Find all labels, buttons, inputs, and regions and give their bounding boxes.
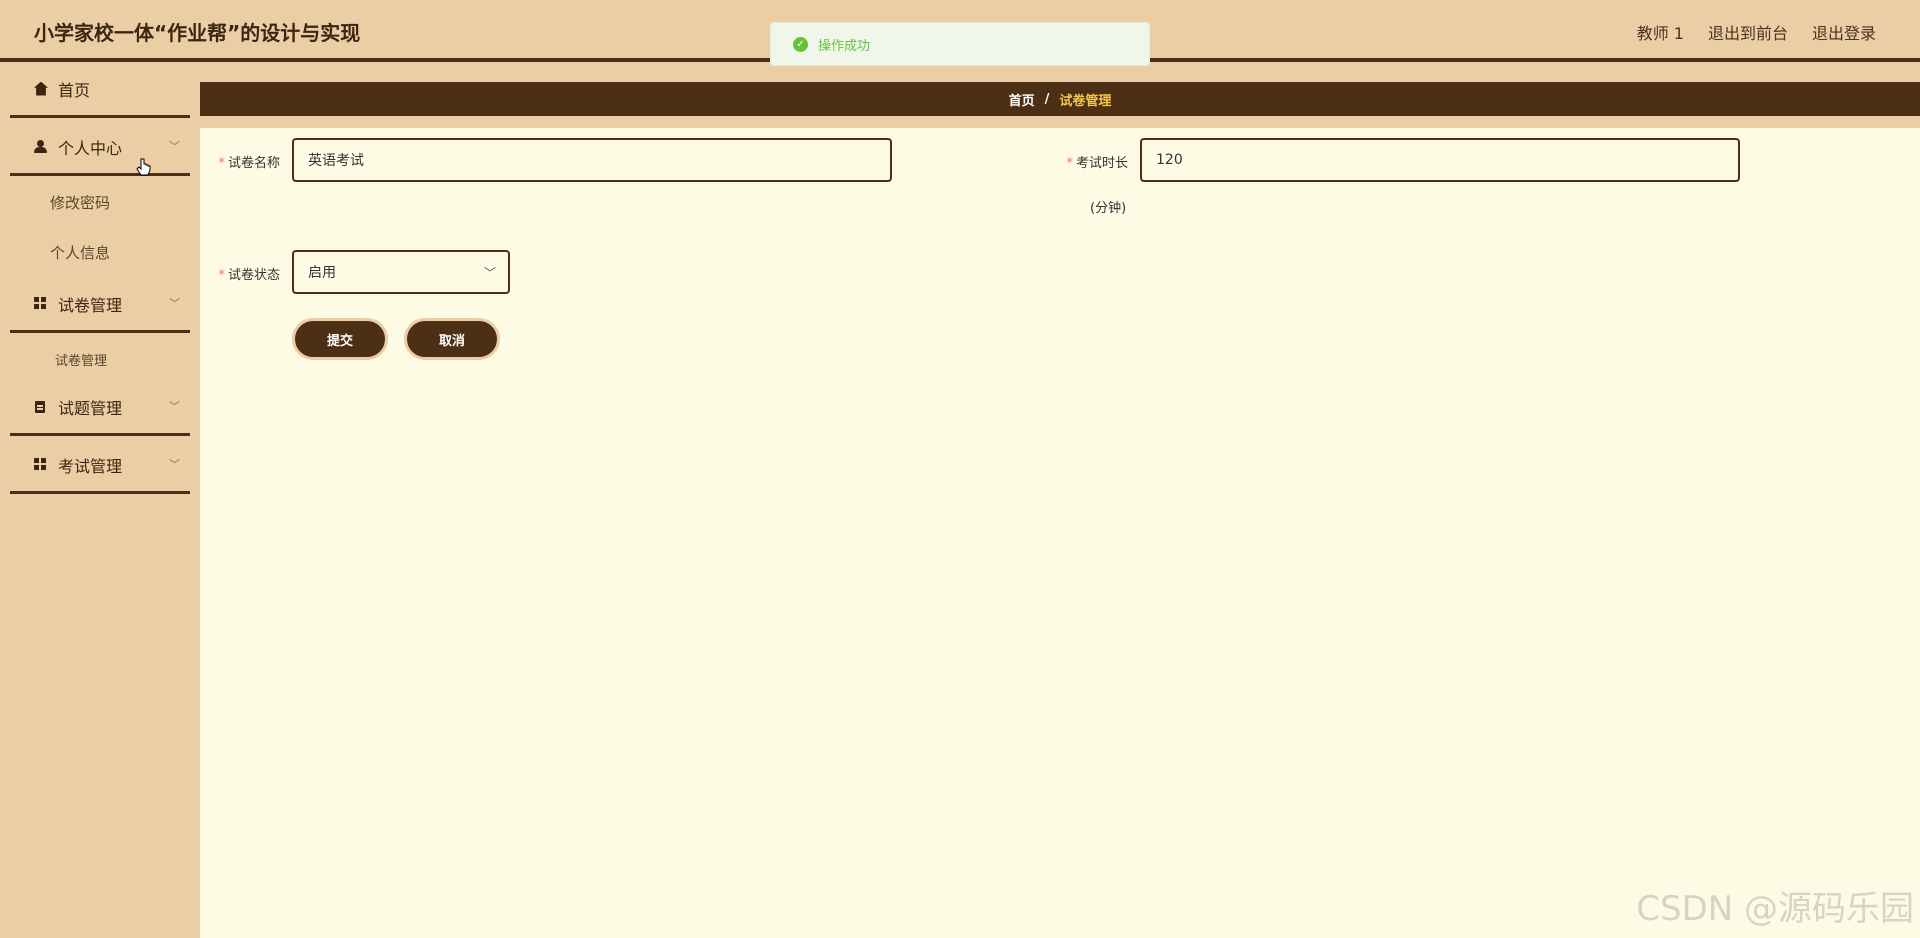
sidebar-subitem-personal-info[interactable]: 个人信息 (50, 242, 110, 263)
paper-name-value: 英语考试 (308, 153, 364, 169)
duration-unit-label: (分钟) (1090, 201, 1127, 216)
sidebar-subitem-paper-management[interactable]: 试卷管理 (55, 350, 107, 369)
sidebar-item-label: 试卷管理 (58, 295, 123, 315)
watermark: CSDN @源码乐园 (1636, 889, 1914, 929)
toast-message: 操作成功 (818, 38, 871, 54)
sidebar-item-label: 试题管理 (58, 398, 123, 418)
sidebar-item-home[interactable]: 首页 (10, 62, 190, 118)
sidebar: 首页 个人中心 ﹀ 修改密码 个人信息 试卷管理 ﹀ 试卷管理 试题管理 ﹀ 考… (0, 62, 200, 938)
app-title: 小学家校一体“作业帮”的设计与实现 (34, 21, 361, 45)
check-circle-icon: ✓ (793, 36, 808, 52)
paper-status-select[interactable]: 启用 ﹀ (292, 250, 510, 294)
hand-cursor-icon (136, 158, 151, 176)
breadcrumb: 首页 / 试卷管理 (200, 82, 1920, 116)
clipboard-icon (34, 400, 48, 414)
exit-to-frontend-link[interactable]: 退出到前台 (1708, 20, 1788, 44)
sidebar-item-paper-management[interactable]: 试卷管理 ﹀ (10, 277, 190, 333)
chevron-down-icon: ﹀ (169, 458, 180, 471)
sidebar-item-label: 个人中心 (58, 138, 123, 158)
breadcrumb-current: 试卷管理 (1059, 93, 1112, 109)
success-toast: ✓ 操作成功 (770, 22, 1150, 66)
user-icon (34, 139, 48, 154)
sidebar-item-label: 考试管理 (58, 456, 123, 476)
grid-icon (34, 457, 48, 472)
home-icon (34, 81, 48, 96)
cancel-button[interactable]: 取消 (404, 318, 500, 360)
paper-status-label: * 试卷状态 (218, 268, 280, 283)
chevron-down-icon: ﹀ (483, 266, 496, 280)
chevron-down-icon: ﹀ (169, 400, 180, 413)
exam-duration-input[interactable]: 120 (1140, 138, 1740, 182)
exam-duration-value: 120 (1156, 152, 1183, 168)
chevron-down-icon: ﹀ (169, 297, 180, 310)
paper-name-input[interactable]: 英语考试 (292, 138, 892, 182)
chevron-down-icon: ﹀ (169, 140, 180, 153)
paper-status-value: 启用 (308, 265, 336, 281)
user-name-link[interactable]: 教师 1 (1637, 20, 1684, 44)
breadcrumb-home[interactable]: 首页 (1009, 90, 1035, 109)
logout-link[interactable]: 退出登录 (1812, 20, 1876, 44)
sidebar-item-question-management[interactable]: 试题管理 ﹀ (10, 380, 190, 436)
exam-duration-label: * 考试时长 (1066, 156, 1128, 171)
header-links: 教师 1 退出到前台 退出登录 (1637, 20, 1876, 44)
main-content: 首页 / 试卷管理 * 试卷名称 英语考试 * 考试时长 (分钟) 120 * 试卷状… (200, 62, 1920, 938)
breadcrumb-separator: / (1044, 91, 1050, 107)
sidebar-subitem-change-password[interactable]: 修改密码 (50, 192, 110, 213)
paper-name-label: * 试卷名称 (218, 156, 280, 171)
sidebar-item-exam-management[interactable]: 考试管理 ﹀ (10, 438, 190, 494)
grid-icon (34, 296, 48, 311)
sidebar-item-label: 首页 (58, 80, 91, 100)
submit-button[interactable]: 提交 (292, 318, 388, 360)
sidebar-item-personal-center[interactable]: 个人中心 ﹀ (10, 120, 190, 176)
